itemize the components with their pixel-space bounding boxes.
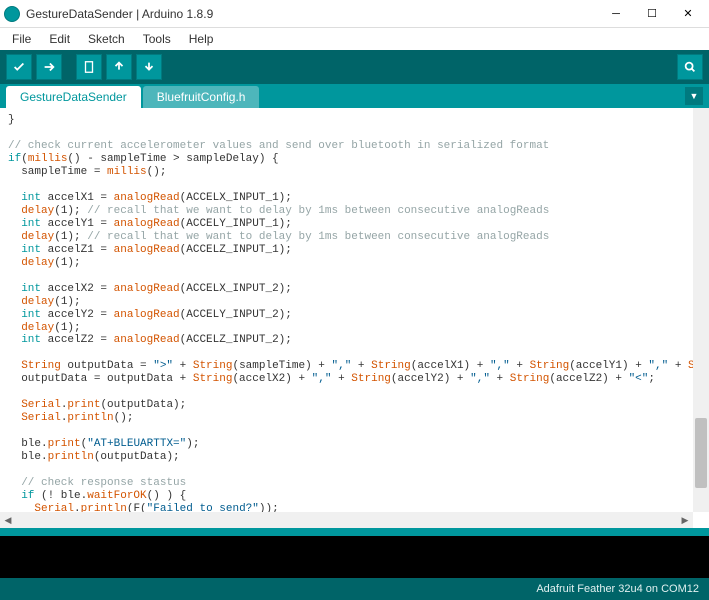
- verify-button[interactable]: [6, 54, 32, 80]
- tab-inactive[interactable]: BluefruitConfig.h: [143, 86, 260, 108]
- menu-edit[interactable]: Edit: [41, 30, 78, 48]
- scroll-left-icon[interactable]: ◀: [0, 512, 16, 528]
- upload-button[interactable]: [36, 54, 62, 80]
- statusbar: Adafruit Feather 32u4 on COM12: [0, 578, 709, 600]
- window-title: GestureDataSender | Arduino 1.8.9: [26, 7, 599, 21]
- serial-monitor-button[interactable]: [677, 54, 703, 80]
- new-button[interactable]: [76, 54, 102, 80]
- vertical-scrollbar-thumb[interactable]: [695, 418, 707, 488]
- scroll-right-icon[interactable]: ▶: [677, 512, 693, 528]
- window-controls: ─ ☐ ✕: [599, 3, 705, 25]
- save-button[interactable]: [136, 54, 162, 80]
- tabbar: GestureDataSender BluefruitConfig.h ▼: [0, 84, 709, 108]
- editor-area: } // check current accelerometer values …: [0, 108, 709, 528]
- console-output[interactable]: [0, 536, 709, 578]
- menubar: File Edit Sketch Tools Help: [0, 28, 709, 50]
- tab-active[interactable]: GestureDataSender: [6, 86, 141, 108]
- open-button[interactable]: [106, 54, 132, 80]
- maximize-button[interactable]: ☐: [635, 3, 669, 25]
- toolbar: [0, 50, 709, 84]
- minimize-button[interactable]: ─: [599, 3, 633, 25]
- close-button[interactable]: ✕: [671, 3, 705, 25]
- board-port-label: Adafruit Feather 32u4 on COM12: [536, 583, 699, 595]
- menu-help[interactable]: Help: [181, 30, 222, 48]
- tab-dropdown-icon[interactable]: ▼: [685, 87, 703, 105]
- menu-file[interactable]: File: [4, 30, 39, 48]
- divider: [0, 528, 709, 536]
- menu-tools[interactable]: Tools: [135, 30, 179, 48]
- menu-sketch[interactable]: Sketch: [80, 30, 133, 48]
- app-icon: [4, 6, 20, 22]
- horizontal-scrollbar[interactable]: ◀ ▶: [0, 512, 693, 528]
- vertical-scrollbar[interactable]: [693, 108, 709, 512]
- titlebar: GestureDataSender | Arduino 1.8.9 ─ ☐ ✕: [0, 0, 709, 28]
- code-editor[interactable]: } // check current accelerometer values …: [0, 108, 709, 528]
